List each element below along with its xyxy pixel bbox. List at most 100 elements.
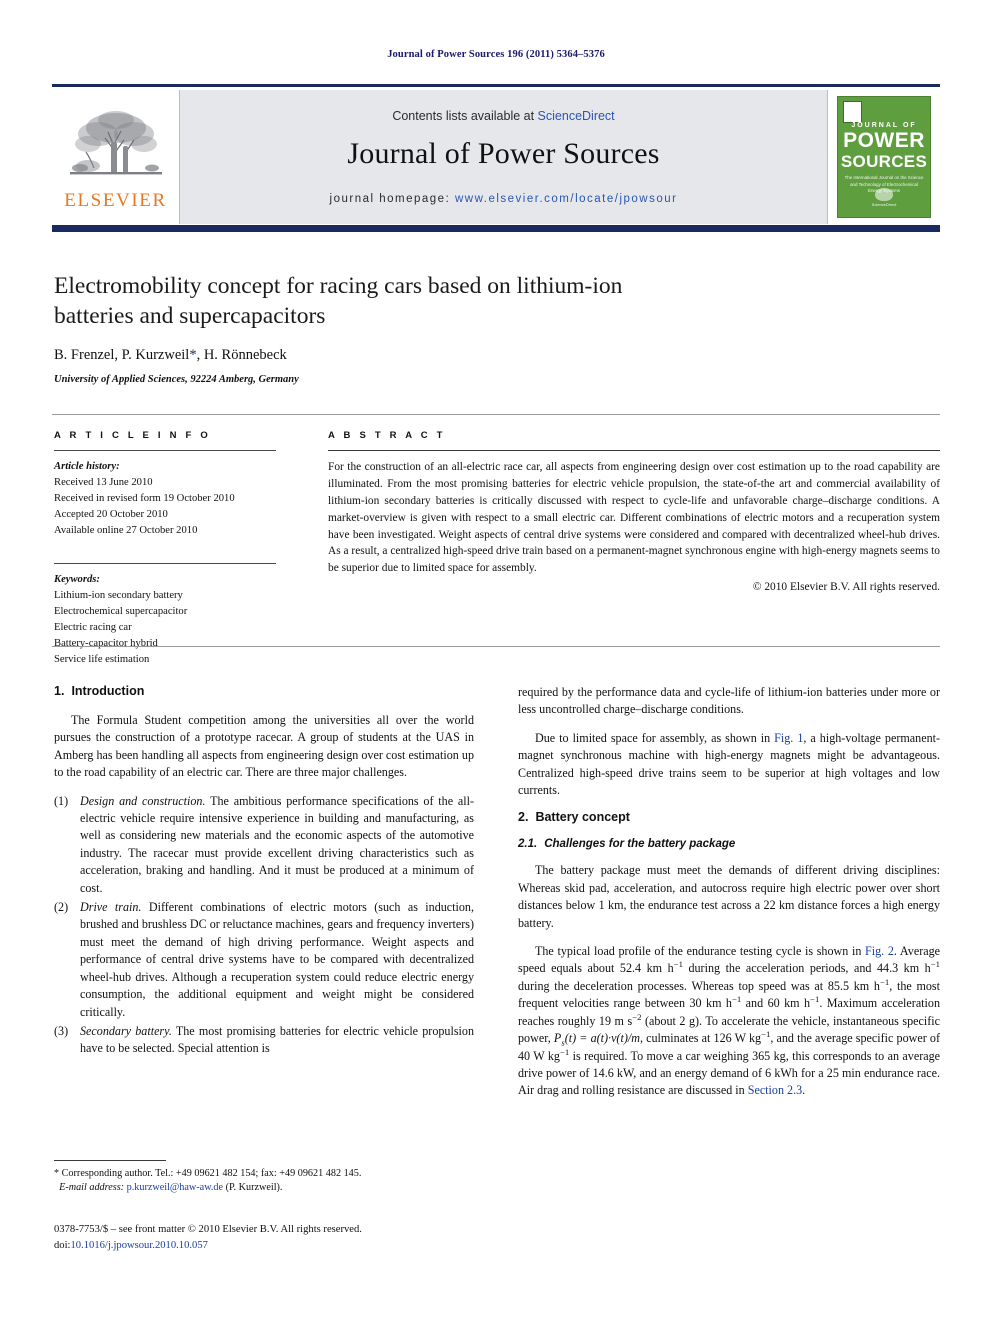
homepage-prefix: journal homepage: <box>329 193 455 205</box>
keyword-item: Service life estimation <box>54 653 150 665</box>
section-2-3-link[interactable]: Section 2.3 <box>748 1083 802 1097</box>
issn-copyright-line: 0378-7753/$ – see front matter © 2010 El… <box>54 1224 362 1235</box>
fig1-text-before: Due to limited space for assembly, as sh… <box>535 730 775 745</box>
unit-exponent: −1 <box>559 1046 570 1057</box>
contents-prefix: Contents lists available at <box>392 109 538 123</box>
journal-masthead: ELSEVIER Contents lists available at Sci… <box>52 84 940 232</box>
section-number: 1. <box>54 684 65 698</box>
paragraph-terminator: . <box>802 1083 806 1098</box>
cover-line-journal-of: JOURNAL OF <box>851 122 917 129</box>
article-info-divider <box>54 450 276 451</box>
list-marker: (1) <box>54 793 69 808</box>
footnote-rule <box>54 1160 166 1161</box>
title-block: Electromobility concept for racing cars … <box>54 272 674 385</box>
list-item-lead: Secondary battery. <box>80 1023 172 1038</box>
doi-line: doi:10.1016/j.jpowsour.2010.10.057 <box>54 1238 494 1254</box>
section-number: 2. <box>518 810 529 825</box>
article-page: Journal of Power Sources 196 (2011) 5364… <box>0 0 992 1323</box>
email-link[interactable]: p.kurzweil@haw-aw.de <box>127 1182 223 1193</box>
article-history-label: Article history: <box>54 461 120 472</box>
sciencedirect-link[interactable]: ScienceDirect <box>538 109 615 123</box>
page-title: Electromobility concept for racing cars … <box>54 273 623 329</box>
list-item-text: The ambitious performance specifications… <box>80 793 475 895</box>
abstract-divider <box>328 450 940 451</box>
unit-exponent: −1 <box>673 959 683 970</box>
body-column-left: 1. Introduction The Formula Student compe… <box>54 684 474 1060</box>
right-paragraph-fig1: Due to limited space for assembly, as sh… <box>518 730 940 800</box>
section-title: Introduction <box>71 684 145 698</box>
body-column-right: required by the performance data and cyc… <box>518 684 940 1100</box>
keywords-divider <box>54 563 276 565</box>
subsection-title: Challenges for the battery package <box>544 838 736 851</box>
list-marker: (2) <box>54 900 69 915</box>
cover-badge: ScienceDirect <box>838 188 930 208</box>
cover-line-power: POWER <box>843 129 925 152</box>
email-owner: (P. Kurzweil). <box>223 1182 283 1194</box>
doi-label: doi: <box>54 1239 71 1251</box>
list-item: (3) Secondary battery. The most promising… <box>54 1023 474 1058</box>
doi-link[interactable]: 10.1016/j.jpowsour.2010.10.057 <box>70 1240 207 1251</box>
fig2-text-before: The typical load profile of the enduranc… <box>535 944 866 959</box>
keyword-item: Electric racing car <box>54 622 132 634</box>
unit-exponent: −1 <box>930 959 940 970</box>
cover-elsevier-mark-icon <box>843 101 862 123</box>
energy-demand-text: is required. To move a car weighing 365 … <box>518 1048 941 1098</box>
list-marker: (3) <box>54 1023 69 1038</box>
section-heading-introduction: 1. Introduction <box>54 684 474 698</box>
corresponding-author-footnote: * Corresponding author. Tel.: +49 09621 … <box>54 1168 362 1179</box>
article-info-heading: A R T I C L E I N F O <box>54 430 211 441</box>
email-footnote: E-mail address: p.kurzweil@haw-aw.de (P.… <box>54 1181 474 1195</box>
journal-cover-cell: JOURNAL OF POWER SOURCES The Internation… <box>828 90 940 224</box>
unit-exponent: −1 <box>879 976 890 987</box>
subsection-heading-challenges: 2.1. Challenges for the battery package <box>518 838 940 850</box>
velocity-upper-text: and 60 km h <box>741 996 811 1011</box>
keywords-label: Keywords: <box>54 574 100 586</box>
history-item: Received 13 June 2010 <box>54 476 153 488</box>
contents-available-line: Contents lists available at ScienceDirec… <box>180 109 827 123</box>
top-speed-text: during the deceleration processes. Where… <box>518 978 880 993</box>
keyword-item: Lithium-ion secondary battery <box>54 590 183 602</box>
affiliation: University of Applied Sciences, 92224 Am… <box>54 374 299 386</box>
authors-secondary: , H. Rönnebeck <box>196 347 287 364</box>
abstract-copyright: © 2010 Elsevier B.V. All rights reserved… <box>752 581 940 594</box>
challenges-list: (1) Design and construction. The ambitiou… <box>54 793 474 1058</box>
elsevier-wordmark: ELSEVIER <box>64 190 167 211</box>
section-heading-battery-concept: 2. Battery concept <box>518 810 940 824</box>
right-paragraph-continuation: required by the performance data and cyc… <box>518 685 940 717</box>
section-title: Battery concept <box>535 810 630 825</box>
running-head: Journal of Power Sources 196 (2011) 5364… <box>387 49 605 60</box>
history-item: Received in revised form 19 October 2010 <box>54 492 235 504</box>
list-item: (2) Drive train. Different combinations o… <box>54 899 474 1021</box>
journal-cover-thumbnail: JOURNAL OF POWER SOURCES The Internation… <box>837 96 931 218</box>
cover-badge-label: ScienceDirect <box>871 202 897 208</box>
abstract-text: For the construction of an all-electric … <box>328 461 940 575</box>
figure-1-link[interactable]: Fig. 1 <box>774 731 803 745</box>
list-item-lead: Drive train. <box>80 900 142 915</box>
subsection-number: 2.1. <box>518 838 538 851</box>
figure-2-link[interactable]: Fig. 2 <box>865 944 894 958</box>
elsevier-logo: ELSEVIER <box>52 90 180 224</box>
article-history: Article history: Received 13 June 2010 R… <box>54 459 276 538</box>
authors-primary: B. Frenzel, P. Kurzweil <box>54 347 190 364</box>
keywords-block: Keywords: Lithium-ion secondary battery … <box>54 572 276 667</box>
intro-paragraph: The Formula Student competition among th… <box>54 713 474 780</box>
cover-line-sources: SOURCES <box>840 152 928 171</box>
imprint-block: 0378-7753/$ – see front matter © 2010 El… <box>54 1222 494 1254</box>
history-item: Accepted 20 October 2010 <box>54 508 168 520</box>
keyword-item: Battery-capacitor hybrid <box>54 638 158 650</box>
unit-exponent: −1 <box>731 994 742 1005</box>
cover-badge-icon <box>875 188 893 202</box>
battery-paragraph-1: The battery package must meet the demand… <box>518 863 940 930</box>
article-info-column: A R T I C L E I N F O Article history: R… <box>54 430 276 668</box>
battery-paragraph-2: The typical load profile of the enduranc… <box>518 943 940 1100</box>
list-item-lead: Design and construction. <box>80 793 206 808</box>
homepage-url-link[interactable]: www.elsevier.com/locate/jpowsour <box>455 193 678 205</box>
history-item: Available online 27 October 2010 <box>54 524 198 536</box>
abstract-heading: A B S T R A C T <box>328 430 446 441</box>
journal-title: Journal of Power Sources <box>347 137 660 170</box>
corresponding-author-marker: * <box>189 347 197 364</box>
keyword-item: Electrochemical supercapacitor <box>54 606 188 618</box>
unit-exponent: −1 <box>761 1029 771 1040</box>
list-item: (1) Design and construction. The ambitiou… <box>54 793 474 897</box>
journal-homepage-line: journal homepage: www.elsevier.com/locat… <box>180 193 827 205</box>
